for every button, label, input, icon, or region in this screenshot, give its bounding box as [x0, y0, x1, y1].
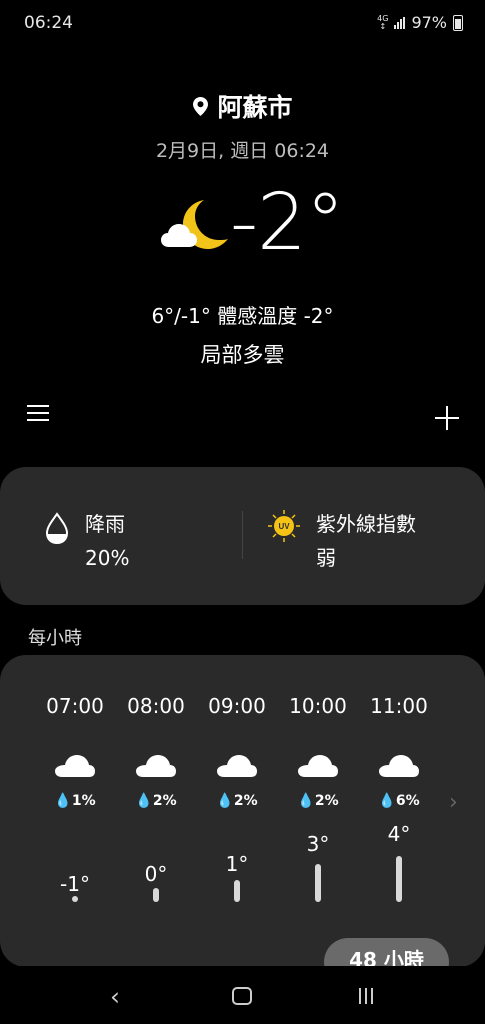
home-icon[interactable]	[232, 987, 252, 1005]
hourly-item: 11:00 💧6%	[358, 694, 440, 809]
uv-label: 紫外線指數	[316, 512, 416, 536]
precipitation: 💧2%	[135, 793, 177, 809]
cloud-icon	[217, 755, 257, 777]
back-icon[interactable]: ‹	[110, 982, 120, 1011]
battery-level: 97%	[411, 13, 447, 32]
hourly-forecast-card[interactable]: 07:00 💧1% -1° 08:00 💧2% 0° 09:00 💧2% 1° …	[0, 655, 485, 967]
chevron-right-icon[interactable]: ›	[449, 790, 463, 815]
status-bar: 06:24 4G ↕ 97%	[0, 0, 485, 46]
hourly-temperature: -1°	[60, 872, 90, 896]
temperature-bar	[72, 896, 78, 902]
current-temperature: -2°	[230, 178, 345, 268]
menu-icon[interactable]	[27, 405, 49, 423]
temperature-bar	[396, 856, 402, 902]
hourly-temperature: 4°	[387, 822, 411, 846]
uv-info: UV 紫外線指數 弱	[268, 507, 416, 575]
hourly-temperature: 0°	[144, 862, 168, 886]
hour-time: 10:00	[289, 694, 347, 718]
rain-label: 降雨	[85, 512, 125, 536]
location-header: 阿蘇市	[0, 88, 485, 124]
hourly-item: 09:00 💧2%	[196, 694, 278, 809]
add-location-icon[interactable]	[435, 406, 459, 430]
cloud-icon	[55, 755, 95, 777]
signal-icon	[394, 16, 406, 29]
hourly-item: 07:00 💧1%	[34, 694, 116, 809]
hourly-temperature: 3°	[306, 832, 330, 856]
battery-icon	[453, 14, 463, 31]
hour-time: 08:00	[127, 694, 185, 718]
rain-info: 降雨 20%	[45, 507, 129, 575]
rain-value: 20%	[85, 546, 130, 570]
temperature-range: 6°/-1°	[151, 304, 211, 328]
city-name: 阿蘇市	[217, 93, 293, 122]
hourly-temperature: 1°	[225, 852, 249, 876]
location-pin-icon	[193, 96, 209, 116]
cloud-icon	[379, 755, 419, 777]
hour-time: 07:00	[46, 694, 104, 718]
weather-condition: 局部多雲	[200, 343, 285, 367]
precipitation: 💧1%	[54, 793, 96, 809]
temperature-details: 6°/-1° 體感溫度 -2°	[0, 300, 485, 329]
partly-cloudy-night-icon	[161, 200, 228, 249]
status-right-group: 4G ↕ 97%	[377, 13, 463, 32]
status-time: 06:24	[24, 13, 73, 33]
hourly-item: 10:00 💧2%	[277, 694, 359, 809]
precipitation: 💧2%	[297, 793, 339, 809]
network-type: 4G ↕	[377, 13, 389, 31]
cloud-icon	[298, 755, 338, 777]
precipitation: 💧6%	[378, 793, 420, 809]
precipitation: 💧2%	[216, 793, 258, 809]
hourly-item: 08:00 💧2%	[115, 694, 197, 809]
recent-apps-icon[interactable]	[359, 988, 377, 1004]
hour-time: 09:00	[208, 694, 266, 718]
uv-icon: UV	[268, 510, 300, 542]
rain-drop-icon	[45, 512, 69, 545]
temperature-bar	[315, 864, 321, 902]
current-date: 2月9日, 週日 06:24	[155, 140, 330, 162]
weather-details-card: 降雨 20% UV 紫外線指數 弱	[0, 467, 485, 605]
svg-text:UV: UV	[278, 522, 290, 531]
feels-like: 體感溫度 -2°	[217, 304, 334, 328]
card-divider	[242, 511, 243, 559]
temperature-bar	[234, 880, 240, 902]
temperature-bar	[153, 888, 159, 902]
cloud-icon	[136, 755, 176, 777]
uv-value: 弱	[316, 546, 336, 570]
hourly-title: 每小時	[28, 628, 82, 649]
hour-time: 11:00	[370, 694, 428, 718]
